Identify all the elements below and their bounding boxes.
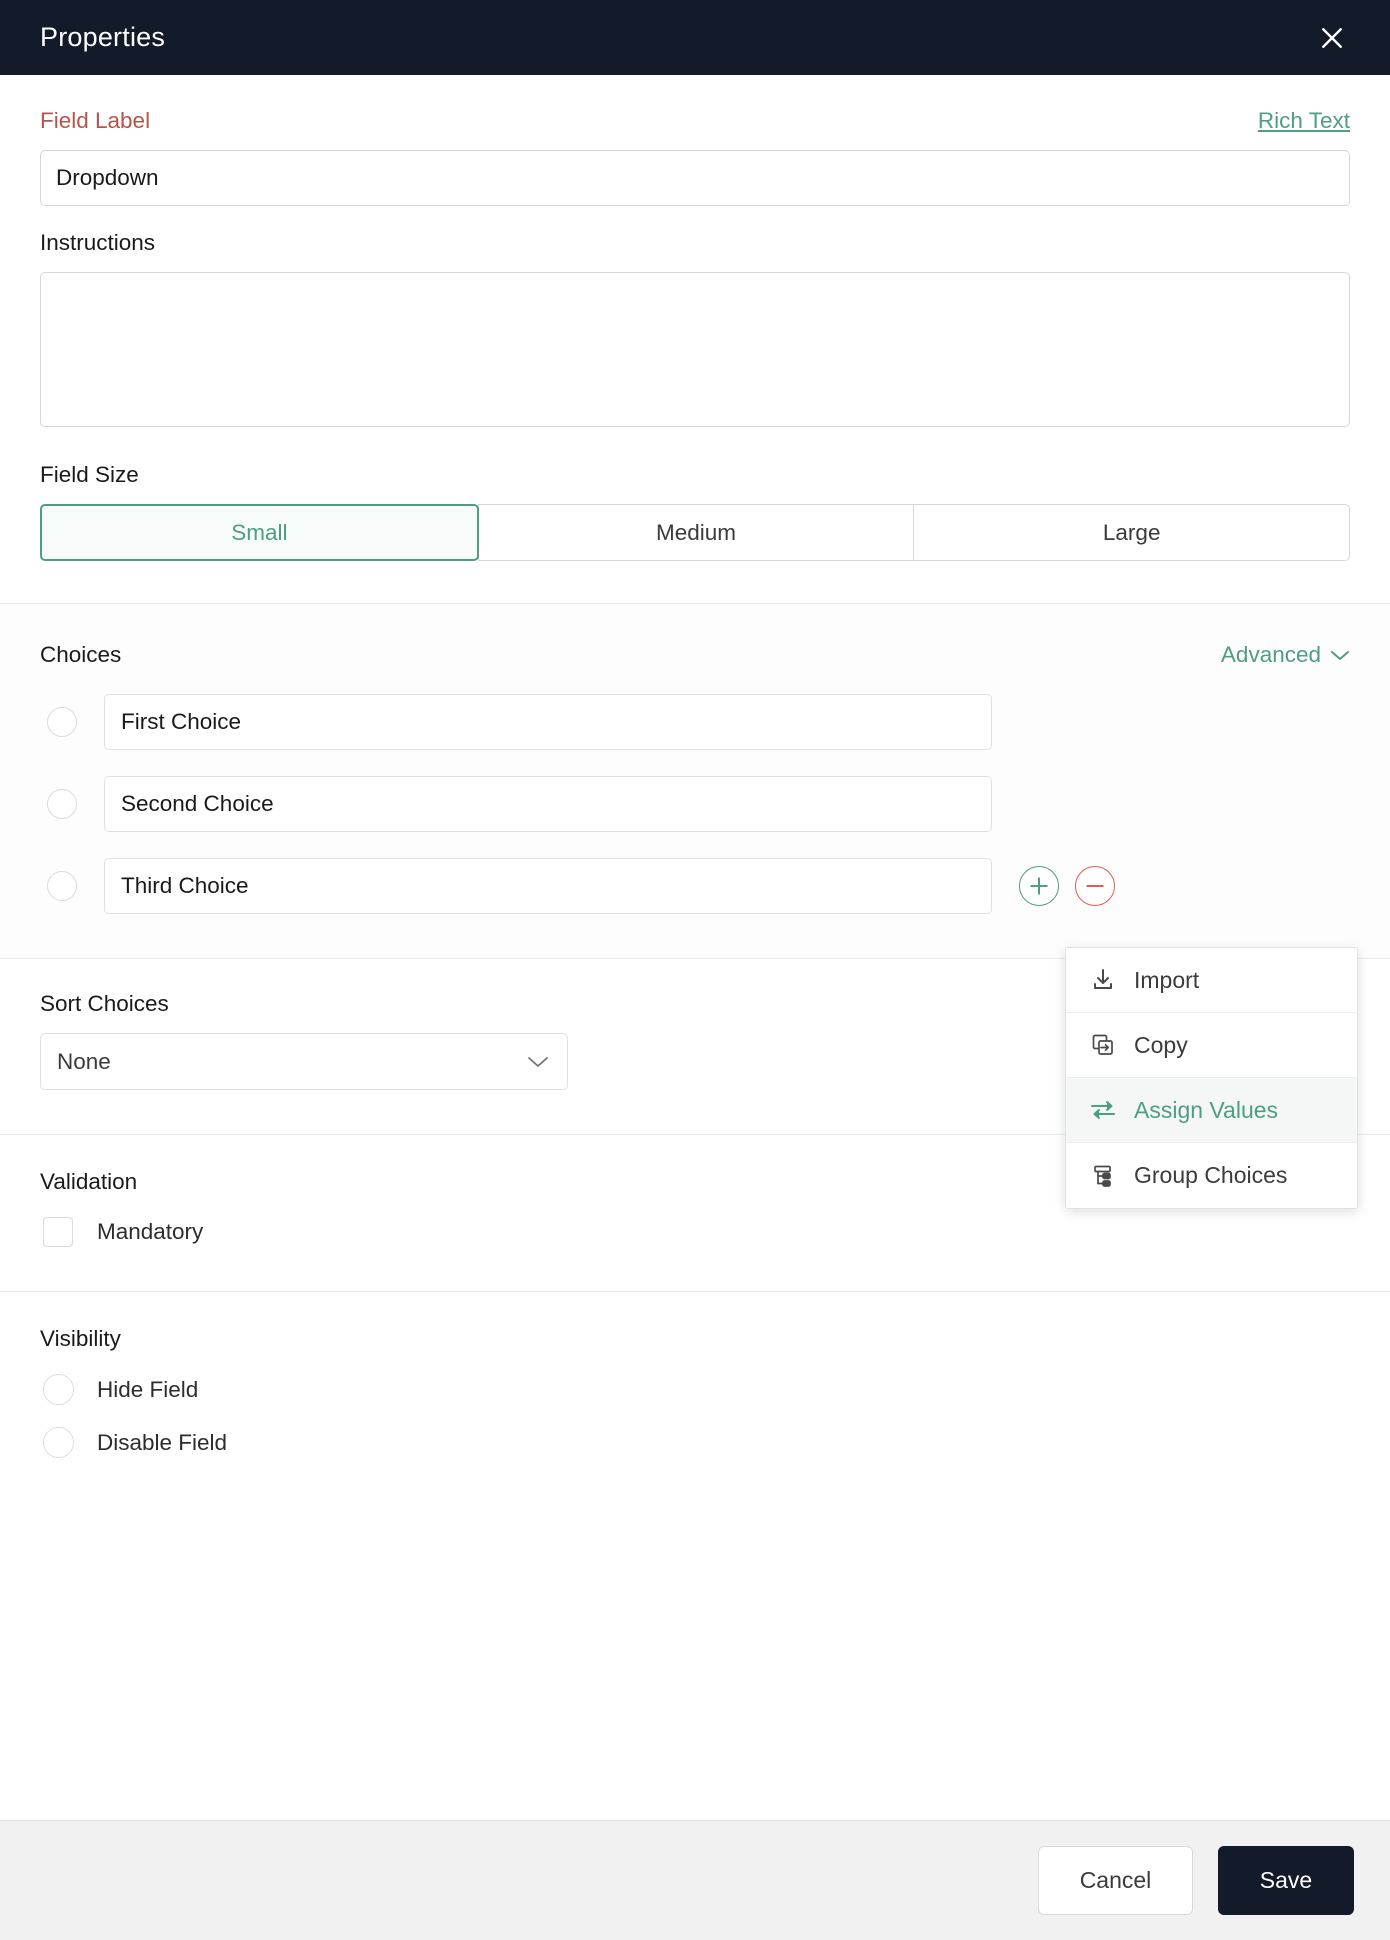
mandatory-checkbox-row: Mandatory (40, 1217, 1350, 1247)
save-button[interactable]: Save (1218, 1846, 1354, 1915)
group-choices-icon (1090, 1163, 1116, 1189)
mandatory-checkbox[interactable] (43, 1217, 73, 1247)
mandatory-label: Mandatory (97, 1219, 204, 1244)
choices-caption: Choices (40, 642, 122, 667)
choice-row-buttons (1019, 866, 1115, 906)
field-label-section: Field Label Rich Text (0, 75, 1390, 206)
remove-choice-button[interactable] (1075, 866, 1115, 906)
disable-field-radio[interactable] (43, 1427, 74, 1458)
advanced-dropdown-menu: Import Copy Assign Values Group Choices (1065, 947, 1358, 1209)
menu-item-label: Assign Values (1134, 1096, 1279, 1123)
close-icon (1317, 23, 1347, 53)
field-label-input[interactable] (40, 150, 1350, 206)
visibility-section: Visibility Hide Field Disable Field (0, 1292, 1390, 1498)
close-button[interactable] (1310, 16, 1354, 60)
choice-radio-2[interactable] (47, 789, 77, 819)
choice-radio-1[interactable] (47, 707, 77, 737)
chevron-down-icon (527, 1049, 549, 1075)
hide-field-label: Hide Field (97, 1376, 199, 1402)
dialog-footer: Cancel Save (0, 1820, 1390, 1940)
choice-radio-3[interactable] (47, 871, 77, 901)
dialog-titlebar: Properties (0, 0, 1390, 75)
menu-item-label: Copy (1134, 1031, 1188, 1058)
menu-item-group-choices[interactable]: Group Choices (1066, 1143, 1357, 1208)
choice-input-1[interactable] (104, 694, 992, 750)
assign-values-icon (1090, 1097, 1116, 1123)
visibility-caption: Visibility (40, 1326, 121, 1351)
instructions-caption: Instructions (40, 230, 156, 255)
field-size-option-medium[interactable]: Medium (477, 504, 915, 561)
properties-body: Field Label Rich Text Instructions Field… (0, 75, 1390, 1820)
field-size-option-small[interactable]: Small (40, 504, 479, 561)
page-title: Properties (40, 22, 166, 52)
chevron-down-icon (1330, 642, 1350, 668)
menu-item-label: Group Choices (1134, 1162, 1288, 1188)
field-size-segmented-control: Small Medium Large (40, 504, 1351, 561)
minus-icon (1086, 885, 1104, 887)
field-size-section: Field Size Small Medium Large (0, 432, 1390, 603)
properties-dialog: Properties Field Label Rich Text Instruc… (0, 0, 1390, 1940)
choice-row (40, 694, 1350, 750)
advanced-label: Advanced (1220, 642, 1321, 667)
copy-icon (1090, 1032, 1116, 1058)
field-label-caption: Field Label (40, 108, 151, 133)
choices-header: Choices Advanced (40, 604, 1350, 668)
field-label-header: Field Label Rich Text (40, 75, 1350, 134)
hide-field-radio[interactable] (43, 1374, 74, 1405)
choices-section: Choices Advanced (0, 604, 1390, 958)
instructions-section: Instructions (0, 206, 1390, 432)
choice-input-2[interactable] (104, 776, 992, 832)
menu-item-label: Import (1134, 966, 1200, 993)
menu-item-import[interactable]: Import (1066, 948, 1357, 1013)
import-icon (1090, 967, 1116, 993)
plus-icon-vertical (1038, 877, 1040, 895)
disable-field-label: Disable Field (97, 1429, 228, 1455)
rich-text-link[interactable]: Rich Text (1258, 108, 1350, 134)
cancel-button[interactable]: Cancel (1038, 1846, 1193, 1915)
choice-row (40, 858, 1350, 914)
menu-item-assign-values[interactable]: Assign Values (1066, 1078, 1357, 1143)
visibility-option-disable-field[interactable]: Disable Field (40, 1427, 1350, 1458)
choice-input-3[interactable] (104, 858, 992, 914)
sort-choices-select[interactable]: None (40, 1033, 568, 1090)
menu-item-copy[interactable]: Copy (1066, 1013, 1357, 1078)
add-choice-button[interactable] (1019, 866, 1059, 906)
instructions-textarea[interactable] (40, 272, 1350, 427)
advanced-dropdown-trigger[interactable]: Advanced (1221, 642, 1350, 668)
field-size-option-large[interactable]: Large (913, 504, 1351, 561)
visibility-option-hide-field[interactable]: Hide Field (40, 1374, 1350, 1405)
choice-row (40, 776, 1350, 832)
field-size-caption: Field Size (40, 462, 139, 487)
sort-choices-value: None (57, 1048, 111, 1074)
